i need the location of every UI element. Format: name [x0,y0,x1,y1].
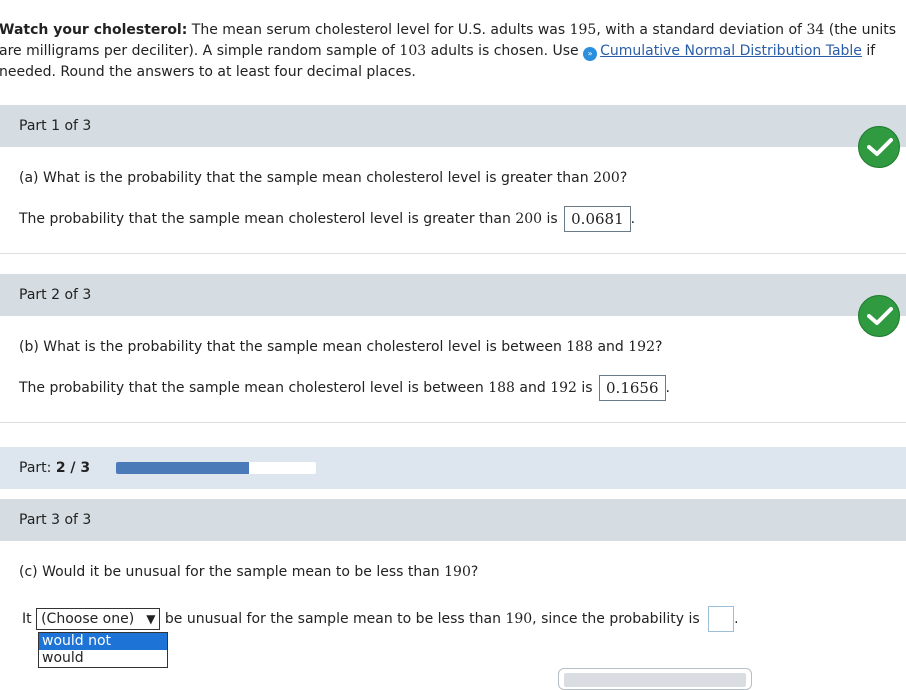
part-2-answer-sentence: The probability that the sample mean cho… [19,375,670,401]
part-1-question: (a) What is the probability that the sam… [19,170,628,186]
part-1-header: Part 1 of 3 [0,105,906,168]
normal-table-link[interactable]: Cumulative Normal Distribution Table [600,43,862,59]
divider [0,422,906,423]
part-2-question: (b) What is the probability that the sam… [19,339,663,355]
part-1-answer-box[interactable]: 0.0681 [564,206,631,232]
part-1-answer-sentence: The probability that the sample mean cho… [19,206,635,232]
part-2-answer-box[interactable]: 0.1656 [599,375,666,401]
triangle-down-icon: ▼ [146,612,156,626]
would-dropdown-list: would not would [38,632,168,668]
check-icon [858,126,900,168]
part-3-answer-sentence: It (Choose one) ▼ be unusual for the samp… [22,606,739,632]
progress-track [116,462,316,474]
part-2-header: Part 2 of 3 [0,274,906,337]
problem-statement: Watch your cholesterol: The mean serum c… [0,22,897,80]
progress-bar-section: Part: 2 / 3 [0,447,906,489]
problem-title: Watch your cholesterol: [0,22,188,38]
part-3-answer-input[interactable] [708,606,735,632]
option-would[interactable]: would [39,650,167,667]
would-select[interactable]: (Choose one) ▼ [36,608,161,630]
divider [0,253,906,254]
progress-fill [116,462,250,474]
part-2-label: Part 2 of 3 [19,287,92,303]
part-3-label: Part 3 of 3 [19,512,92,528]
option-would-not[interactable]: would not [39,633,167,650]
part-1-label: Part 1 of 3 [19,118,92,134]
info-expand-icon[interactable]: » [583,47,598,61]
part-3-question: (c) Would it be unusual for the sample m… [19,564,479,580]
check-icon [858,295,900,337]
part-3-header: Part 3 of 3 [0,499,906,541]
bottom-button[interactable] [558,668,752,690]
progress-label: Part: 2 / 3 [19,460,91,476]
